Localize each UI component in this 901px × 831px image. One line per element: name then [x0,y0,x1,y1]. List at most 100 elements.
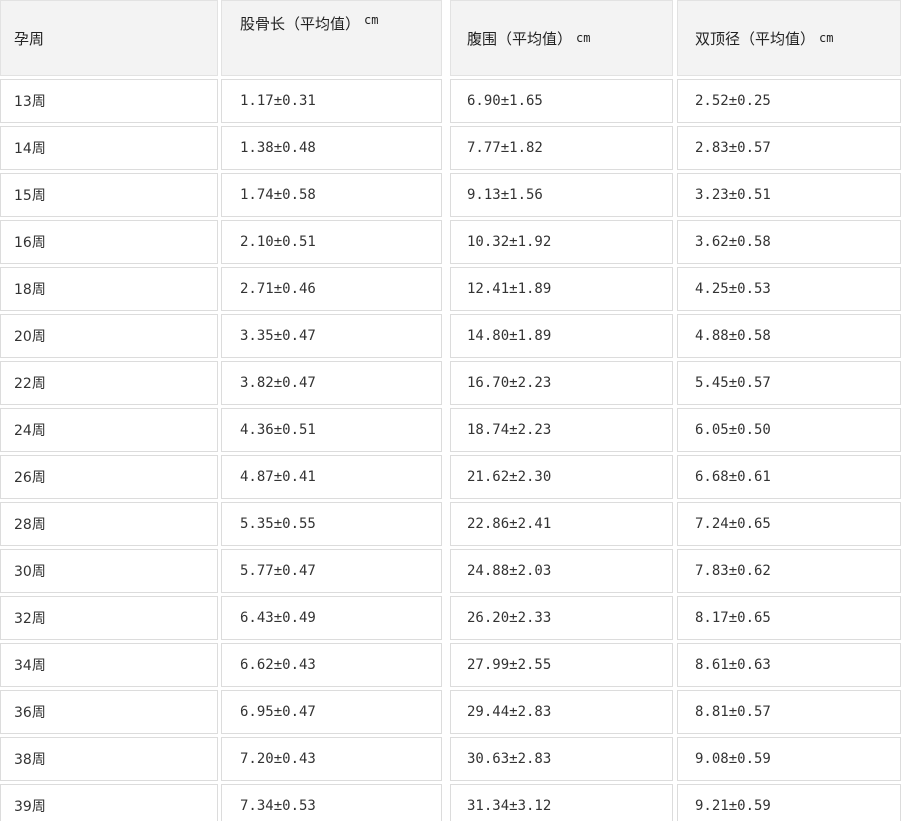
table-row: 15周 1.74±0.58 9.13±1.56 3.23±0.51 [0,170,901,217]
cell-value: 10.32±1.92 [467,234,552,250]
cell-value: 30周 [14,564,46,580]
table-row: 32周 6.43±0.49 26.20±2.33 8.17±0.65 [0,593,901,640]
cell-value: 8.81±0.57 [695,704,771,720]
cell-value: 20周 [14,329,46,345]
table-row: 28周 5.35±0.55 22.86±2.41 7.24±0.65 [0,499,901,546]
cell-femur-length: 4.87±0.41 [221,455,442,499]
cell-gestational-week: 24周 [0,408,218,452]
cell-biparietal-diameter: 6.05±0.50 [677,408,901,452]
cell-value: 5.45±0.57 [695,375,771,391]
cell-abdominal-circumference: 30.63±2.83 [450,737,673,781]
cell-biparietal-diameter: 2.52±0.25 [677,79,901,123]
cell-abdominal-circumference: 16.70±2.23 [450,361,673,405]
cell-value: 28周 [14,517,46,533]
cell-value: 26.20±2.33 [467,610,552,626]
cell-biparietal-diameter: 8.81±0.57 [677,690,901,734]
cell-value: 7.83±0.62 [695,563,771,579]
table-row: 16周 2.10±0.51 10.32±1.92 3.62±0.58 [0,217,901,264]
cell-value: 2.52±0.25 [695,93,771,109]
header-unit: cm [819,31,834,45]
cell-femur-length: 7.20±0.43 [221,737,442,781]
cell-gestational-week: 28周 [0,502,218,546]
cell-gestational-week: 38周 [0,737,218,781]
cell-value: 16.70±2.23 [467,375,552,391]
cell-value: 1.17±0.31 [240,93,316,109]
cell-value: 8.17±0.65 [695,610,771,626]
cell-value: 27.99±2.55 [467,657,552,673]
cell-value: 5.35±0.55 [240,516,316,532]
cell-biparietal-diameter: 6.68±0.61 [677,455,901,499]
cell-gestational-week: 15周 [0,173,218,217]
cell-biparietal-diameter: 4.88±0.58 [677,314,901,358]
cell-value: 4.87±0.41 [240,469,316,485]
cell-value: 6.68±0.61 [695,469,771,485]
cell-value: 21.62±2.30 [467,469,552,485]
cell-value: 6.95±0.47 [240,704,316,720]
cell-value: 26周 [14,470,46,486]
cell-value: 3.62±0.58 [695,234,771,250]
table-row: 14周 1.38±0.48 7.77±1.82 2.83±0.57 [0,123,901,170]
cell-gestational-week: 13周 [0,79,218,123]
header-label: 双顶径（平均值） [695,29,816,48]
cell-abdominal-circumference: 26.20±2.33 [450,596,673,640]
header-label: 腹围（平均值） [467,29,573,48]
cell-femur-length: 2.10±0.51 [221,220,442,264]
cell-abdominal-circumference: 12.41±1.89 [450,267,673,311]
header-label: 股骨长（平均值） [240,15,361,33]
cell-abdominal-circumference: 27.99±2.55 [450,643,673,687]
cell-value: 13周 [14,94,46,110]
header-unit: cm [576,31,591,45]
cell-abdominal-circumference: 18.74±2.23 [450,408,673,452]
cell-value: 31.34±3.12 [467,798,552,814]
table-header-row: 孕周 股骨长（平均值） cm 腹围（平均值） cm 双顶径（平均值） cm [0,0,901,76]
cell-femur-length: 5.77±0.47 [221,549,442,593]
table-row: 22周 3.82±0.47 16.70±2.23 5.45±0.57 [0,358,901,405]
cell-value: 39周 [14,799,46,815]
cell-value: 4.25±0.53 [695,281,771,297]
cell-value: 22.86±2.41 [467,516,552,532]
cell-value: 29.44±2.83 [467,704,552,720]
cell-femur-length: 2.71±0.46 [221,267,442,311]
cell-value: 22周 [14,376,46,392]
cell-value: 34周 [14,658,46,674]
cell-value: 36周 [14,705,46,721]
cell-abdominal-circumference: 7.77±1.82 [450,126,673,170]
cell-abdominal-circumference: 9.13±1.56 [450,173,673,217]
cell-value: 38周 [14,752,46,768]
cell-biparietal-diameter: 4.25±0.53 [677,267,901,311]
cell-femur-length: 1.38±0.48 [221,126,442,170]
cell-value: 14.80±1.89 [467,328,552,344]
cell-gestational-week: 18周 [0,267,218,311]
cell-femur-length: 4.36±0.51 [221,408,442,452]
cell-gestational-week: 26周 [0,455,218,499]
cell-gestational-week: 16周 [0,220,218,264]
header-cell-biparietal-diameter: 双顶径（平均值） cm [677,0,901,76]
cell-femur-length: 6.95±0.47 [221,690,442,734]
cell-gestational-week: 20周 [0,314,218,358]
cell-biparietal-diameter: 9.08±0.59 [677,737,901,781]
cell-value: 30.63±2.83 [467,751,552,767]
table-row: 39周 7.34±0.53 31.34±3.12 9.21±0.59 [0,781,901,821]
cell-value: 18.74±2.23 [467,422,552,438]
cell-value: 6.90±1.65 [467,93,543,109]
table-row: 34周 6.62±0.43 27.99±2.55 8.61±0.63 [0,640,901,687]
cell-femur-length: 1.74±0.58 [221,173,442,217]
cell-value: 3.23±0.51 [695,187,771,203]
cell-gestational-week: 14周 [0,126,218,170]
table-row: 26周 4.87±0.41 21.62±2.30 6.68±0.61 [0,452,901,499]
cell-value: 5.77±0.47 [240,563,316,579]
cell-gestational-week: 36周 [0,690,218,734]
cell-value: 7.20±0.43 [240,751,316,767]
cell-femur-length: 3.82±0.47 [221,361,442,405]
cell-biparietal-diameter: 8.61±0.63 [677,643,901,687]
cell-gestational-week: 22周 [0,361,218,405]
cell-biparietal-diameter: 7.24±0.65 [677,502,901,546]
cell-abdominal-circumference: 24.88±2.03 [450,549,673,593]
cell-abdominal-circumference: 22.86±2.41 [450,502,673,546]
cell-femur-length: 6.43±0.49 [221,596,442,640]
cell-value: 3.82±0.47 [240,375,316,391]
cell-value: 6.43±0.49 [240,610,316,626]
cell-femur-length: 1.17±0.31 [221,79,442,123]
cell-value: 15周 [14,188,46,204]
header-cell-femur-length: 股骨长（平均值） cm [221,0,442,76]
